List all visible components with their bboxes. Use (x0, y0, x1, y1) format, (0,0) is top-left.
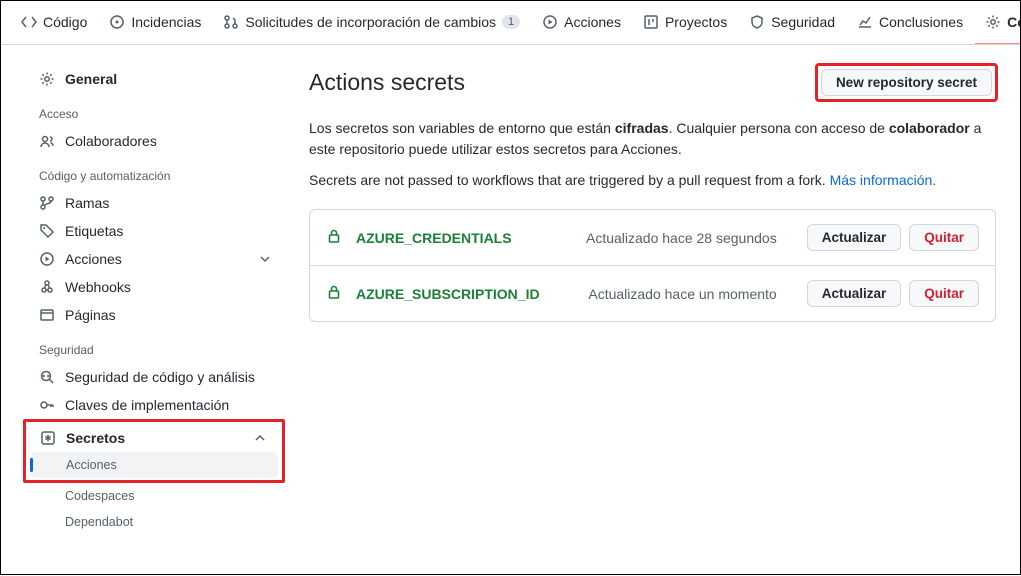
sidebar-heading-security: Seguridad (29, 329, 283, 363)
remove-secret-button[interactable]: Quitar (909, 224, 979, 251)
play-icon (542, 14, 558, 30)
repo-tabs: Código Incidencias Solicitudes de incorp… (1, 1, 1020, 45)
sidebar-heading-code: Código y automatización (29, 155, 283, 189)
project-icon (643, 14, 659, 30)
sidebar-secrets-codespaces[interactable]: Codespaces (29, 483, 283, 509)
tab-settings-label: Configuración (1007, 14, 1020, 30)
sidebar-code-security[interactable]: Seguridad de código y análisis (29, 363, 283, 391)
main-content: Actions secrets New repository secret Lo… (293, 45, 1020, 576)
gear-icon (39, 71, 55, 87)
sidebar-tags-label: Etiquetas (65, 223, 123, 239)
update-secret-button[interactable]: Actualizar (807, 224, 902, 251)
tab-actions-label: Acciones (564, 14, 621, 30)
sidebar-secrets-actions[interactable]: Acciones (30, 452, 278, 478)
tab-pulls-label: Solicitudes de incorporación de cambios (245, 14, 496, 30)
highlight-new-secret: New repository secret (817, 65, 996, 100)
tab-projects[interactable]: Proyectos (633, 1, 737, 45)
branch-icon (39, 195, 55, 211)
tag-icon (39, 223, 55, 239)
description-2: Secrets are not passed to workflows that… (309, 170, 996, 191)
sidebar-collaborators[interactable]: Colaboradores (29, 127, 283, 155)
settings-sidebar: General Acceso Colaboradores Código y au… (1, 45, 293, 576)
tab-issues[interactable]: Incidencias (99, 1, 211, 45)
sidebar-general-label: General (65, 71, 117, 87)
update-secret-button[interactable]: Actualizar (807, 280, 902, 307)
sidebar-pages-label: Páginas (65, 307, 116, 323)
sidebar-collaborators-label: Colaboradores (65, 133, 157, 149)
sidebar-deploy-keys-label: Claves de implementación (65, 397, 229, 413)
tab-projects-label: Proyectos (665, 14, 727, 30)
webhook-icon (39, 279, 55, 295)
remove-secret-button[interactable]: Quitar (909, 280, 979, 307)
lock-icon (326, 228, 342, 247)
asterisk-icon (40, 430, 56, 446)
secret-row: AZURE_CREDENTIALS Actualizado hace 28 se… (310, 210, 995, 265)
description-1: Los secretos son variables de entorno qu… (309, 118, 996, 160)
codescan-icon (39, 369, 55, 385)
tab-code-label: Código (43, 14, 87, 30)
lock-icon (326, 284, 342, 303)
tab-pulls[interactable]: Solicitudes de incorporación de cambios … (213, 1, 530, 45)
new-repository-secret-button[interactable]: New repository secret (821, 69, 992, 96)
sidebar-actions-label: Acciones (65, 251, 122, 267)
issue-icon (109, 14, 125, 30)
sidebar-code-security-label: Seguridad de código y análisis (65, 369, 255, 385)
secret-updated: Actualizado hace un momento (588, 286, 776, 302)
secret-row: AZURE_SUBSCRIPTION_ID Actualizado hace u… (310, 265, 995, 321)
learn-more-link[interactable]: Más información. (830, 172, 937, 188)
secret-name: AZURE_CREDENTIALS (356, 230, 512, 246)
tab-settings[interactable]: Configuración (975, 1, 1020, 45)
sidebar-deploy-keys[interactable]: Claves de implementación (29, 391, 283, 419)
tab-security-label: Seguridad (771, 14, 835, 30)
tab-actions[interactable]: Acciones (532, 1, 631, 45)
sidebar-secrets-dependabot[interactable]: Dependabot (29, 509, 283, 535)
graph-icon (857, 14, 873, 30)
tab-insights-label: Conclusiones (879, 14, 963, 30)
sidebar-heading-access: Acceso (29, 93, 283, 127)
tab-insights[interactable]: Conclusiones (847, 1, 973, 45)
sidebar-actions[interactable]: Acciones (29, 245, 283, 273)
sidebar-secrets[interactable]: Secretos (30, 424, 278, 452)
sidebar-tags[interactable]: Etiquetas (29, 217, 283, 245)
chevron-down-icon (257, 251, 273, 267)
tab-issues-label: Incidencias (131, 14, 201, 30)
pull-request-icon (223, 14, 239, 30)
play-icon (39, 251, 55, 267)
sidebar-webhooks[interactable]: Webhooks (29, 273, 283, 301)
browser-icon (39, 307, 55, 323)
sidebar-secrets-label: Secretos (66, 430, 125, 446)
tab-security[interactable]: Seguridad (739, 1, 845, 45)
code-icon (21, 14, 37, 30)
page-title: Actions secrets (309, 69, 465, 96)
chevron-up-icon (252, 430, 268, 446)
secret-name: AZURE_SUBSCRIPTION_ID (356, 286, 540, 302)
sidebar-pages[interactable]: Páginas (29, 301, 283, 329)
people-icon (39, 133, 55, 149)
sidebar-branches[interactable]: Ramas (29, 189, 283, 217)
sidebar-general[interactable]: General (29, 65, 283, 93)
secrets-list: AZURE_CREDENTIALS Actualizado hace 28 se… (309, 209, 996, 322)
highlight-secrets-section: Secretos Acciones (23, 419, 285, 483)
secret-updated: Actualizado hace 28 segundos (586, 230, 777, 246)
sidebar-branches-label: Ramas (65, 195, 109, 211)
gear-icon (985, 14, 1001, 30)
pulls-count-badge: 1 (502, 15, 520, 29)
tab-code[interactable]: Código (11, 1, 97, 45)
sidebar-webhooks-label: Webhooks (65, 279, 131, 295)
key-icon (39, 397, 55, 413)
shield-icon (749, 14, 765, 30)
